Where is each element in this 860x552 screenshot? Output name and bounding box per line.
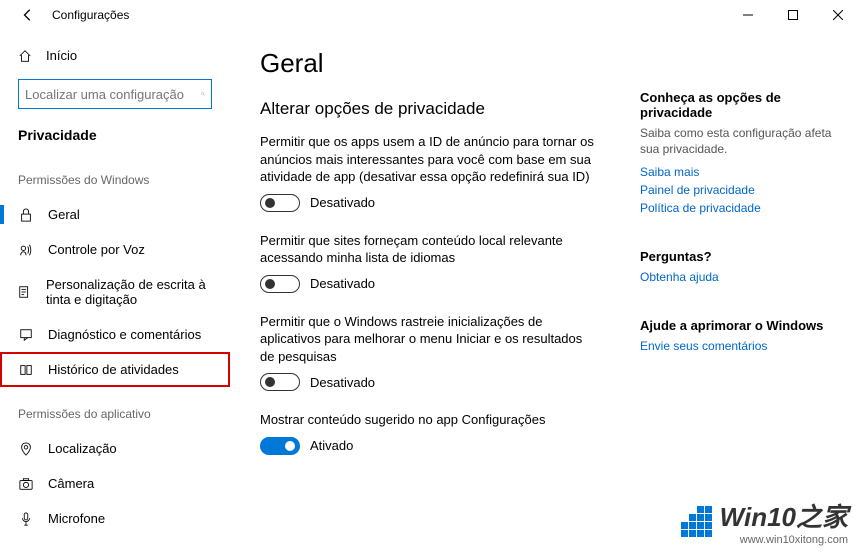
close-button[interactable] xyxy=(815,0,860,30)
option-desc: Permitir que os apps usem a ID de anúnci… xyxy=(260,133,600,186)
section-subheading: Alterar opções de privacidade xyxy=(260,99,610,119)
sidebar-item-label: Localização xyxy=(48,441,117,456)
search-icon xyxy=(201,87,205,101)
home-icon xyxy=(18,49,32,63)
questions-heading: Perguntas? xyxy=(640,249,840,264)
main-content: Geral Alterar opções de privacidade Perm… xyxy=(230,30,640,552)
option-desc: Permitir que o Windows rastreie iniciali… xyxy=(260,313,600,366)
toggle-state-label: Desativado xyxy=(310,375,375,390)
page-title: Geral xyxy=(260,48,610,79)
option-app-launch: Permitir que o Windows rastreie iniciali… xyxy=(260,313,600,392)
sidebar-item-label: Diagnóstico e comentários xyxy=(48,327,201,342)
sidebar-heading: Privacidade xyxy=(0,123,230,153)
window-controls xyxy=(725,0,860,30)
lock-icon xyxy=(18,208,34,222)
minimize-icon xyxy=(743,10,753,20)
toggle-state-label: Desativado xyxy=(310,276,375,291)
link-politica-privacidade[interactable]: Política de privacidade xyxy=(640,201,840,215)
sidebar-item-localizacao[interactable]: Localização xyxy=(0,431,230,466)
improve-heading: Ajude a aprimorar o Windows xyxy=(640,318,840,333)
close-icon xyxy=(833,10,843,20)
sidebar-item-diagnostico[interactable]: Diagnóstico e comentários xyxy=(0,317,230,352)
link-saiba-mais[interactable]: Saiba mais xyxy=(640,165,840,179)
window-title: Configurações xyxy=(52,8,129,22)
option-language-list: Permitir que sites forneçam conteúdo loc… xyxy=(260,232,600,293)
sidebar-item-microfone[interactable]: Microfone xyxy=(0,501,230,536)
sidebar-item-label: Controle por Voz xyxy=(48,242,145,257)
section-app-perms: Permissões do aplicativo xyxy=(0,387,230,431)
inking-icon xyxy=(18,285,32,299)
toggle-state-label: Ativado xyxy=(310,438,353,453)
sidebar-item-label: Microfone xyxy=(48,511,105,526)
maximize-icon xyxy=(788,10,798,20)
feedback-icon xyxy=(18,328,34,342)
link-envie-comentarios[interactable]: Envie seus comentários xyxy=(640,339,840,353)
link-obtenha-ajuda[interactable]: Obtenha ajuda xyxy=(640,270,840,284)
option-desc: Permitir que sites forneçam conteúdo loc… xyxy=(260,232,600,267)
sidebar-item-voz[interactable]: Controle por Voz xyxy=(0,232,230,267)
sidebar-item-camera[interactable]: Câmera xyxy=(0,466,230,501)
sidebar-item-label: Histórico de atividades xyxy=(48,362,179,377)
sidebar-item-label: Câmera xyxy=(48,476,94,491)
option-desc: Mostrar conteúdo sugerido no app Configu… xyxy=(260,411,600,429)
titlebar: Configurações xyxy=(0,0,860,30)
sidebar-item-label: Geral xyxy=(48,207,80,222)
toggle-suggested-content[interactable] xyxy=(260,437,300,455)
toggle-ad-id[interactable] xyxy=(260,194,300,212)
activity-icon xyxy=(18,363,34,377)
maximize-button[interactable] xyxy=(770,0,815,30)
section-windows-perms: Permissões do Windows xyxy=(0,153,230,197)
privacy-options-text: Saiba como esta configuração afeta sua p… xyxy=(640,126,840,157)
sidebar-item-label: Personalização de escrita à tinta e digi… xyxy=(46,277,212,307)
option-suggested-content: Mostrar conteúdo sugerido no app Configu… xyxy=(260,411,600,455)
home-link[interactable]: Início xyxy=(0,40,230,71)
microphone-icon xyxy=(18,512,34,526)
sidebar-item-historico[interactable]: Histórico de atividades xyxy=(0,352,230,387)
arrow-left-icon xyxy=(21,8,35,22)
minimize-button[interactable] xyxy=(725,0,770,30)
privacy-options-heading: Conheça as opções de privacidade xyxy=(640,90,840,120)
back-button[interactable] xyxy=(12,0,44,30)
search-box[interactable] xyxy=(18,79,212,109)
sidebar-item-geral[interactable]: Geral xyxy=(0,197,230,232)
camera-icon xyxy=(18,477,34,491)
link-painel-privacidade[interactable]: Painel de privacidade xyxy=(640,183,840,197)
toggle-state-label: Desativado xyxy=(310,195,375,210)
option-ad-id: Permitir que os apps usem a ID de anúnci… xyxy=(260,133,600,212)
toggle-app-launch[interactable] xyxy=(260,373,300,391)
sidebar-item-escrita[interactable]: Personalização de escrita à tinta e digi… xyxy=(0,267,230,317)
toggle-language-list[interactable] xyxy=(260,275,300,293)
sidebar: Início Privacidade Permissões do Windows… xyxy=(0,30,230,552)
right-column: Conheça as opções de privacidade Saiba c… xyxy=(640,30,860,552)
location-icon xyxy=(18,442,34,456)
search-input[interactable] xyxy=(25,87,201,102)
speech-icon xyxy=(18,243,34,257)
home-label: Início xyxy=(46,48,77,63)
